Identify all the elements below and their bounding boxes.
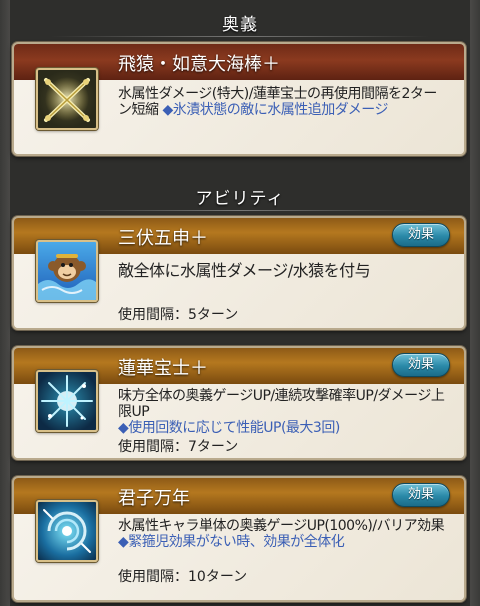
effect-button[interactable]: 効果 <box>392 353 450 377</box>
ability-name: 三伏五申＋ <box>118 228 208 249</box>
ability-note: ◆緊箍児効果がない時、効果が全体化 <box>118 534 345 550</box>
ougi-description: 水属性ダメージ(特大)/蓮華宝士の再使用間隔を2ターン短縮 ◆氷漬状態の敵に水属… <box>118 86 446 118</box>
right-border <box>470 0 480 606</box>
ability-description: 敵全体に水属性ダメージ/水猿を付与 <box>118 262 446 280</box>
effect-button[interactable]: 効果 <box>392 223 450 247</box>
ability-card-2[interactable]: 蓮華宝士＋ 効果 味方全体の奥義ゲージUP/連続攻撃確率UP/ダメージ上限UP … <box>12 346 466 460</box>
ability-card-3[interactable]: 君子万年 効果 水属性キャラ単体の奥義ゲージUP(100%)/バリア効果 ◆緊箍… <box>12 476 466 602</box>
section-title-ougi: 奥義 <box>222 15 258 35</box>
section-divider <box>50 210 430 211</box>
ougi-card[interactable]: 飛猿・如意大海棒＋ 水属性ダメージ(特大)/蓮華宝士の再使用間隔を2ターン短縮 … <box>12 42 466 156</box>
ability-desc-text: 水属性キャラ単体の奥義ゲージUP(100%)/バリア効果 <box>118 518 445 534</box>
ability-cooldown: 使用間隔：7ターン <box>118 439 239 455</box>
left-border <box>0 0 10 606</box>
crossed-staves-icon <box>36 68 98 130</box>
section-divider <box>50 36 430 37</box>
effect-button[interactable]: 効果 <box>392 483 450 507</box>
ability-desc-text: 味方全体の奥義ゲージUP/連続攻撃確率UP/ダメージ上限UP <box>118 388 445 420</box>
ability-note: ◆使用回数に応じて性能UP(最大3回) <box>118 420 340 436</box>
sparkle-burst-icon <box>36 370 98 432</box>
ability-desc-text: 敵全体に水属性ダメージ/水猿を付与 <box>118 261 371 280</box>
ability-name: 君子万年 <box>118 488 190 509</box>
ability-cooldown: 使用間隔：10ターン <box>118 569 248 585</box>
ability-description: 味方全体の奥義ゲージUP/連続攻撃確率UP/ダメージ上限UP ◆使用回数に応じて… <box>118 388 446 436</box>
ability-card-1[interactable]: 三伏五申＋ 効果 敵全体に水属性ダメージ/水猿を付与 使用間隔：5ターン <box>12 216 466 330</box>
ougi-name: 飛猿・如意大海棒＋ <box>118 54 280 75</box>
water-monkey-icon <box>36 240 98 302</box>
ability-description: 水属性キャラ単体の奥義ゲージUP(100%)/バリア効果 ◆緊箍児効果がない時、… <box>118 518 446 550</box>
ougi-note: ◆氷漬状態の敵に水属性追加ダメージ <box>162 102 389 118</box>
water-swirl-icon <box>36 500 98 562</box>
ability-cooldown: 使用間隔：5ターン <box>118 307 239 323</box>
ability-name: 蓮華宝士＋ <box>118 358 208 379</box>
section-title-ability: アビリティ <box>195 189 285 209</box>
